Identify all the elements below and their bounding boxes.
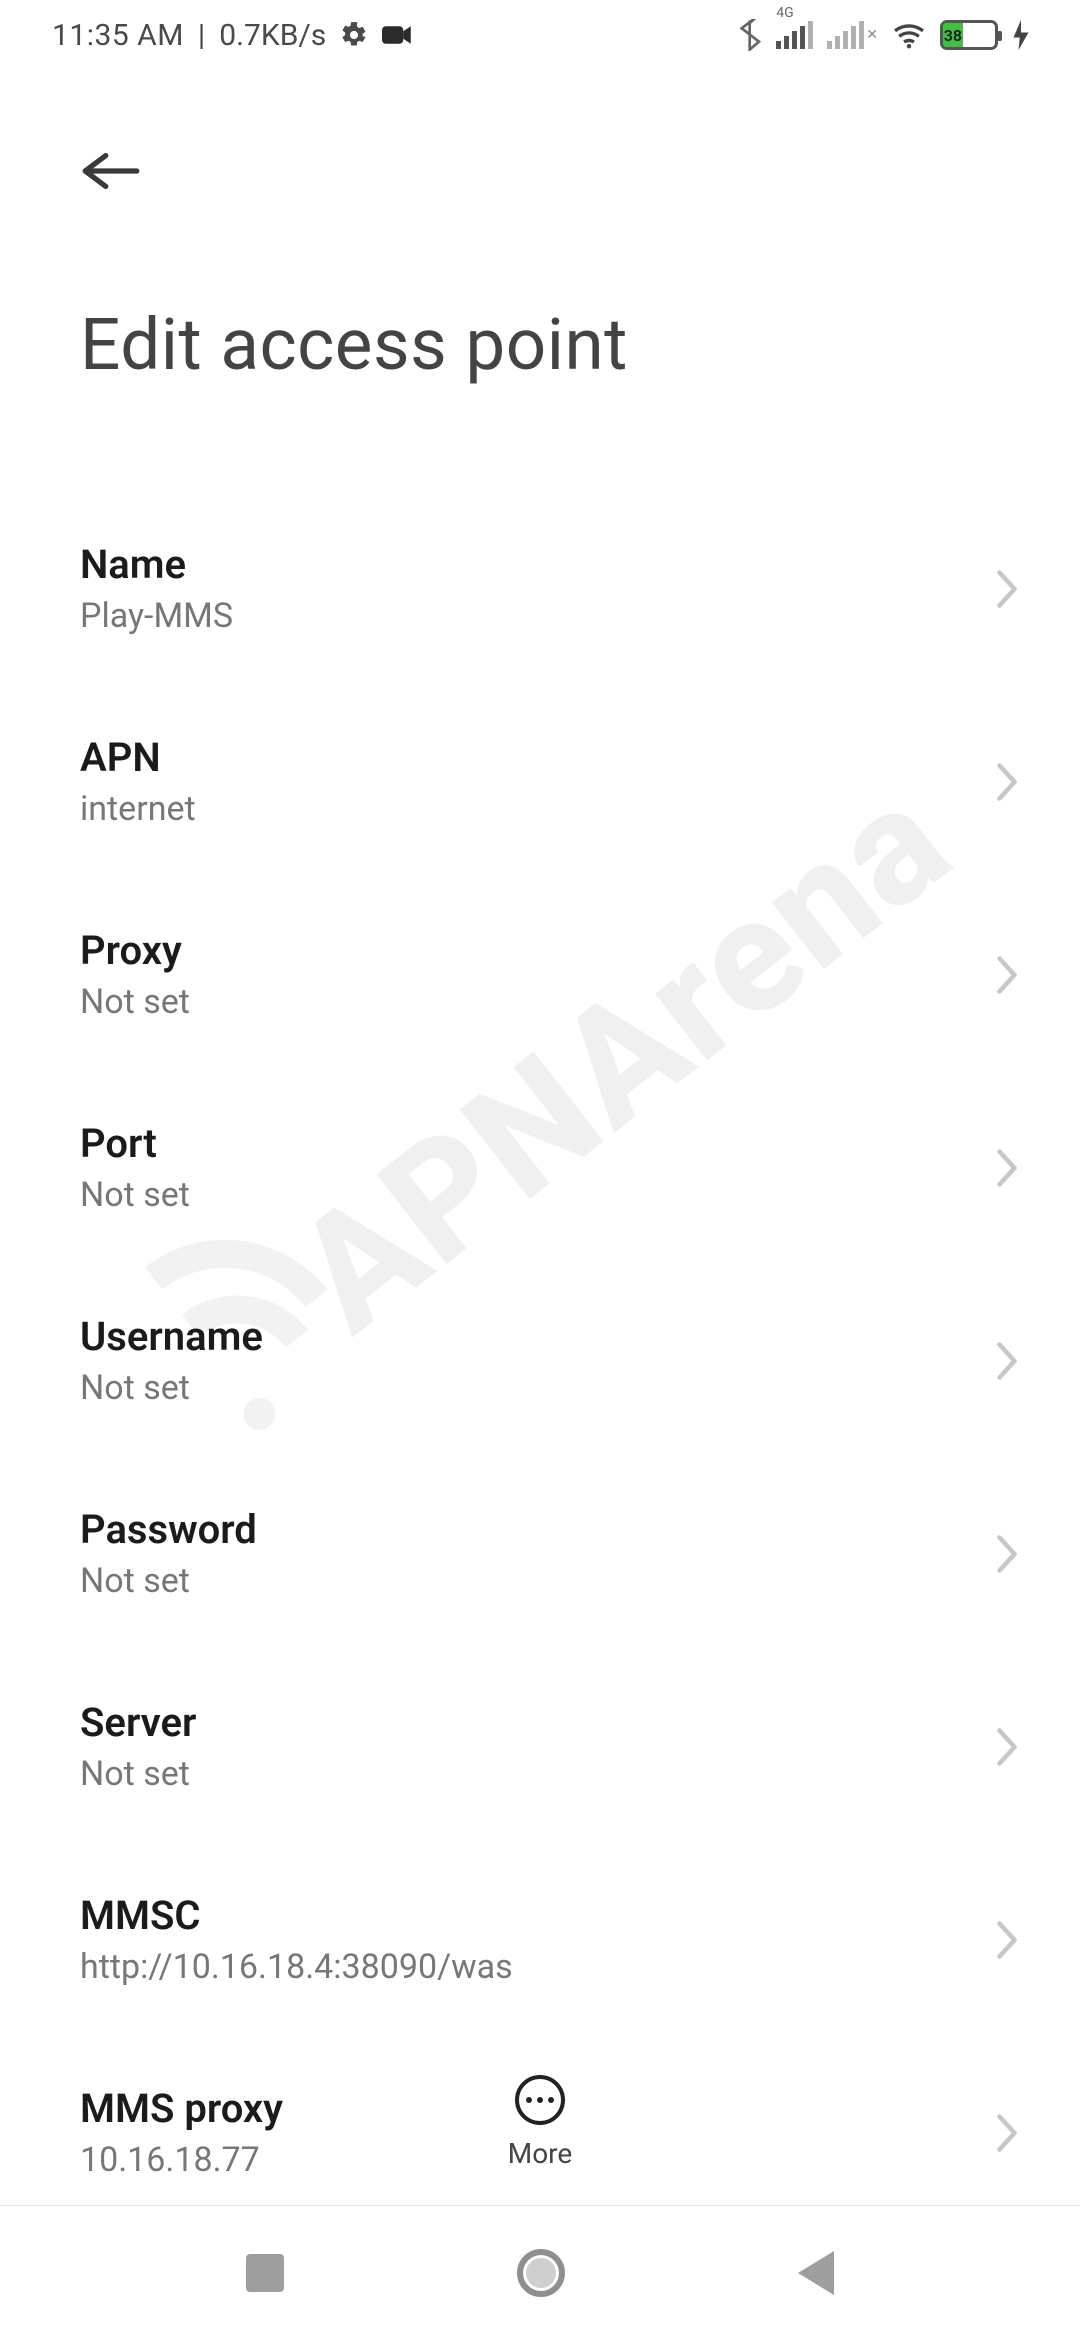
more-label: More xyxy=(508,2137,573,2170)
row-value: internet xyxy=(80,789,196,829)
apn-settings-list: Name Play-MMS APN internet Proxy Not set… xyxy=(0,387,1080,2224)
chevron-right-icon xyxy=(994,568,1020,610)
nav-back-button[interactable] xyxy=(798,2251,834,2295)
row-port[interactable]: Port Not set xyxy=(0,1076,1080,1259)
row-apn[interactable]: APN internet xyxy=(0,690,1080,873)
signal-2-icon: ✕ xyxy=(827,21,878,49)
wifi-icon xyxy=(892,21,926,49)
chevron-right-icon xyxy=(994,1726,1020,1768)
row-value: Not set xyxy=(80,982,190,1022)
row-name[interactable]: Name Play-MMS xyxy=(0,497,1080,680)
row-value: Play-MMS xyxy=(80,596,233,636)
row-label: APN xyxy=(80,734,196,781)
row-value: Not set xyxy=(80,1754,196,1794)
row-label: Name xyxy=(80,541,233,588)
status-separator: | xyxy=(198,18,205,53)
camera-icon xyxy=(382,24,412,46)
page-title: Edit access point xyxy=(0,198,1080,387)
chevron-right-icon xyxy=(994,1340,1020,1382)
row-value: http://10.16.18.4:38090/was xyxy=(80,1947,513,1987)
row-server[interactable]: Server Not set xyxy=(0,1655,1080,1838)
bluetooth-icon xyxy=(740,19,762,51)
signal-1-icon: 4G xyxy=(776,21,813,49)
row-label: Username xyxy=(80,1313,263,1360)
status-bar-left: 11:35 AM | 0.7KB/s xyxy=(52,18,412,53)
row-proxy[interactable]: Proxy Not set xyxy=(0,883,1080,1066)
back-button[interactable] xyxy=(80,148,142,194)
chevron-right-icon xyxy=(994,1919,1020,1961)
more-icon xyxy=(515,2075,565,2125)
nav-recent-button[interactable] xyxy=(246,2254,284,2292)
row-value: Not set xyxy=(80,1175,190,1215)
status-time: 11:35 AM xyxy=(52,18,184,53)
row-password[interactable]: Password Not set xyxy=(0,1462,1080,1645)
row-username[interactable]: Username Not set xyxy=(0,1269,1080,1452)
row-label: Password xyxy=(80,1506,257,1553)
row-label: MMSC xyxy=(80,1892,513,1939)
row-label: Server xyxy=(80,1699,196,1746)
row-mmsc[interactable]: MMSC http://10.16.18.4:38090/was xyxy=(0,1848,1080,2031)
chevron-right-icon xyxy=(994,761,1020,803)
chevron-right-icon xyxy=(994,954,1020,996)
row-label: Proxy xyxy=(80,927,190,974)
navigation-bar xyxy=(0,2205,1080,2340)
settings-icon xyxy=(340,21,368,49)
nav-home-button[interactable] xyxy=(517,2249,565,2297)
chevron-right-icon xyxy=(994,1147,1020,1189)
status-bar-right: 4G ✕ 38 xyxy=(740,19,1030,51)
row-label: Port xyxy=(80,1120,190,1167)
chevron-right-icon xyxy=(994,1533,1020,1575)
charging-icon xyxy=(1012,20,1030,50)
status-net-speed: 0.7KB/s xyxy=(219,18,326,53)
row-value: Not set xyxy=(80,1368,263,1408)
status-bar: 11:35 AM | 0.7KB/s 4G ✕ 38 xyxy=(0,0,1080,70)
more-button[interactable]: More xyxy=(0,2075,1080,2170)
battery-icon: 38 xyxy=(940,20,998,50)
row-value: Not set xyxy=(80,1561,257,1601)
